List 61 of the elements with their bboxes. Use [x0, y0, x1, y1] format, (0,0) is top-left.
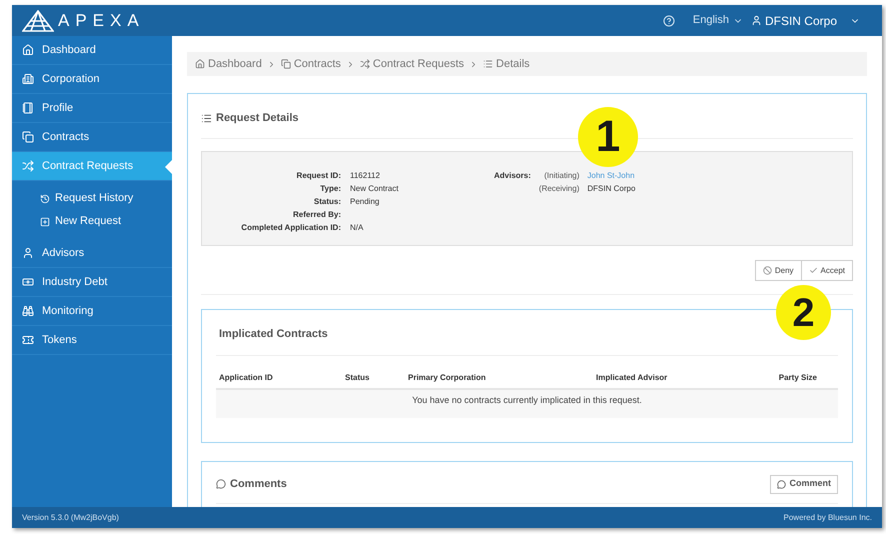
speech-bubble-icon [777, 480, 786, 488]
field-label: Advisors: [494, 170, 531, 182]
action-button[interactable]: Deny [754, 260, 802, 281]
section-title: Comments [230, 476, 287, 492]
copy-icon [280, 59, 291, 69]
field-label: Type: [319, 183, 341, 195]
user-icon [750, 15, 762, 26]
column-header: Party Size [778, 372, 818, 384]
column-header: Application ID [219, 372, 274, 384]
advisor-link[interactable]: John St-John [587, 170, 636, 182]
binoculars-icon [22, 305, 34, 317]
notebook-icon [22, 102, 34, 114]
advisor-name: DFSIN Corpo [587, 183, 636, 195]
sidebar-subitem[interactable]: New Request [12, 210, 172, 233]
history-icon [40, 194, 50, 204]
field-label: Referred By: [292, 209, 341, 221]
check-icon [808, 266, 818, 275]
breadcrumb-link[interactable]: Contracts [280, 56, 341, 72]
home-icon [195, 59, 205, 69]
section-title: Implicated Contracts [218, 327, 329, 342]
help-icon[interactable] [662, 14, 675, 26]
field-value: 1162112 [350, 170, 381, 182]
plus-icon [40, 216, 50, 226]
column-header: Status [345, 372, 370, 384]
breadcrumb-link[interactable]: Details [483, 56, 530, 72]
field-value: Pending [350, 196, 380, 208]
ticket-icon [22, 334, 34, 346]
shuffle-icon [360, 59, 370, 69]
powered-by-text: Powered by Bluesun Inc. [784, 512, 872, 524]
copy-icon [22, 131, 34, 143]
section-title: Request Details [216, 110, 299, 126]
field-label: Status: [312, 196, 341, 208]
breadcrumb-link[interactable]: Contract Requests [360, 56, 464, 72]
sidebar-item[interactable]: Contract Requests [12, 152, 172, 181]
speech-bubble-icon [216, 479, 226, 489]
column-header: Implicated Advisor [596, 372, 668, 384]
language-menu[interactable]: English [692, 12, 743, 29]
breadcrumb-link[interactable]: Dashboard [195, 56, 262, 72]
field-label: Completed Application ID: [240, 222, 341, 234]
user-menu[interactable]: DFSIN Corpo [750, 12, 860, 30]
home-icon [22, 44, 34, 56]
field-label: Request ID: [296, 170, 341, 182]
empty-table-row: You have no contracts currently implicated in this request. [216, 390, 838, 418]
column-header: Primary Corporation [408, 372, 487, 384]
comment-button[interactable]: Comment [770, 474, 838, 494]
sidebar-subitem[interactable]: Request History [12, 187, 172, 210]
field-value: N/A [350, 222, 364, 234]
advisor-role: (Receiving) [538, 183, 580, 195]
shuffle-icon [22, 160, 34, 172]
list-icon [201, 112, 212, 124]
logo-icon [22, 10, 54, 32]
user-icon [22, 247, 34, 259]
field-value: New Contract [350, 183, 400, 195]
logo-text: APEXA [58, 10, 145, 32]
list-icon [483, 59, 494, 69]
building-icon [22, 73, 34, 85]
advisor-role: (Initiating) [543, 170, 580, 182]
banknote-icon [22, 276, 34, 288]
ban-icon [762, 266, 772, 275]
action-button[interactable]: Accept [802, 260, 853, 281]
version-text: Version 5.3.0 (Mw2jBoVgb) [22, 512, 119, 524]
